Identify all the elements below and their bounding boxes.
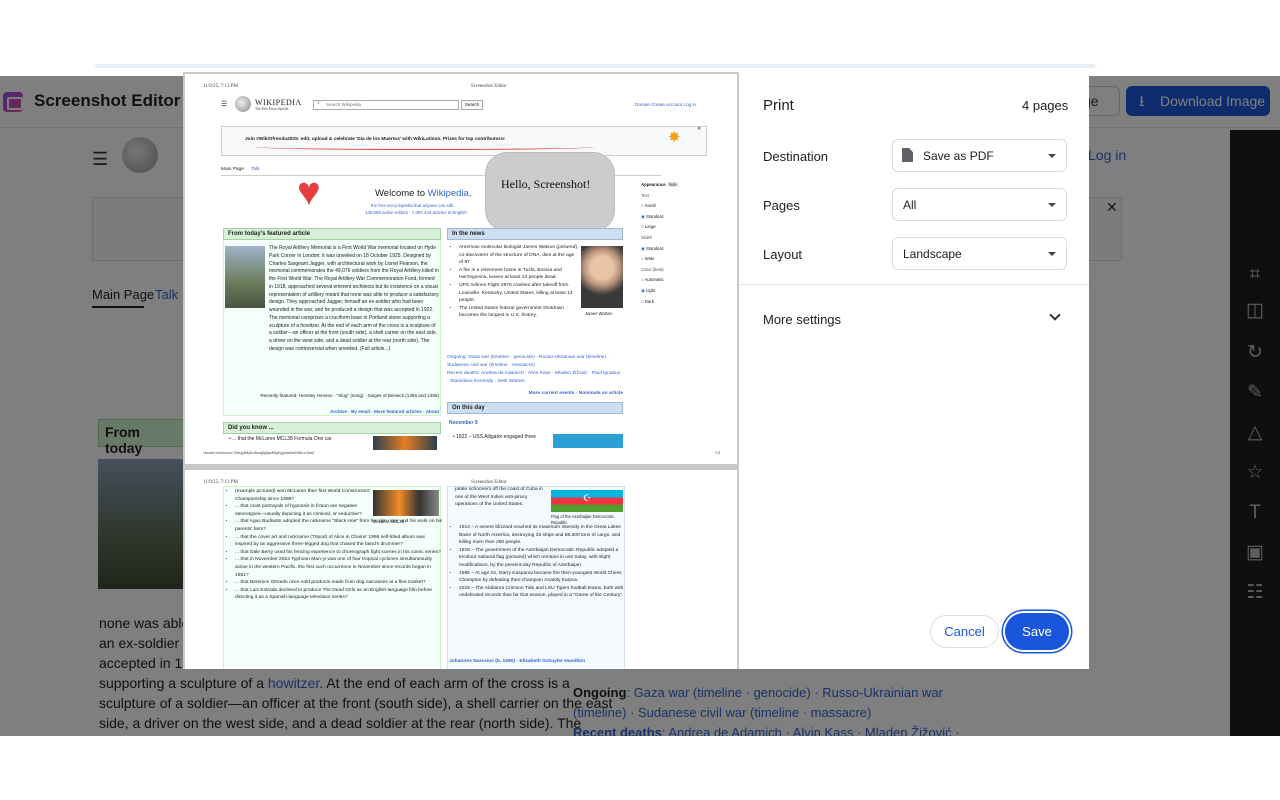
recent-deaths-line: Recent deaths: Andrea de Adamich · Alvin… <box>447 371 621 384</box>
search-button[interactable]: Search <box>461 100 483 110</box>
wikipedia-globe-icon <box>235 96 251 112</box>
welcome-sub-2: 140,669 active editors · 7,087,444 artic… <box>365 210 467 215</box>
chevron-down-icon[interactable] <box>1049 309 1061 321</box>
preview-page-1: 11/9/25, 7:13 PM Screenshot Editor ☰ WIK… <box>185 74 737 464</box>
news-item: American molecular biologist James Watso… <box>459 244 579 267</box>
page-footer-number: 1/4 <box>715 450 721 455</box>
text-standard-radio[interactable]: ◉ Standard <box>641 212 705 223</box>
wiki-name: WIKIPEDIA <box>255 98 302 107</box>
recently-featured: Recently featured: Hensley Henson · "Slu… <box>260 393 439 398</box>
settings-divider <box>739 284 1089 285</box>
red-underline-mark <box>255 144 595 150</box>
otd-list: 1913 – A severe blizzard reached its max… <box>453 524 625 600</box>
news-photo <box>581 246 623 308</box>
speech-bubble <box>485 152 615 232</box>
dyk-item: ... that Luis Estrada declined to produc… <box>235 587 443 602</box>
width-wide-radio[interactable]: ○ Wide <box>641 254 705 265</box>
layout-select[interactable]: Landscape <box>892 237 1067 270</box>
layout-label: Layout <box>763 247 803 262</box>
wiki-tagline: The Free Encyclopedia <box>255 107 289 111</box>
save-button[interactable]: Save <box>1005 613 1069 650</box>
page-count: 4 pages <box>1022 98 1069 113</box>
ongoing-line: Ongoing: Gaza war (timeline · genocide) … <box>447 355 609 368</box>
donate-link[interactable]: Donate <box>635 102 650 107</box>
dyk-item: ... that in November 2024 Typhoon Man-yi… <box>235 556 443 579</box>
destination-label: Destination <box>763 149 829 164</box>
page-date: 11/9/25, 7:13 PM <box>203 480 238 485</box>
wikipedia-link[interactable]: Wikipedia, <box>428 188 472 199</box>
color-light-radio[interactable]: ◉ Light <box>641 286 705 297</box>
banner-close-icon[interactable]: ✕ <box>697 126 701 132</box>
more-events-links[interactable]: More current events · Nominate an articl… <box>447 390 623 398</box>
dyk-item: ... that Agus Budianto adopted the nickn… <box>235 518 443 533</box>
dyk-item: ... that Berenice Olmedo once sold produ… <box>235 579 443 587</box>
color-dark-radio[interactable]: ○ Dark <box>641 297 705 308</box>
appearance-hide-button[interactable]: hide <box>666 182 679 187</box>
did-you-know-header: Did you know ... <box>223 422 441 434</box>
print-preview-pane: 11/9/25, 7:13 PM Screenshot Editor ☰ WIK… <box>183 72 739 669</box>
page-header-title: Screenshot Editor <box>471 84 507 89</box>
births-line: Johannes Narssius (b. 1580) · Elizabeth … <box>449 659 586 664</box>
in-the-news-header: In the news <box>447 228 623 240</box>
text-large-radio[interactable]: ○ Large <box>641 222 705 233</box>
page-header-title: Screenshot Editor <box>471 480 507 485</box>
preview-page-2: 11/9/25, 7:13 PM Screenshot Editor McLar… <box>185 470 737 669</box>
destination-select[interactable]: Save as PDF <box>892 139 1067 172</box>
dyk-item: ... that Dale Berry used his fencing exp… <box>235 549 443 557</box>
print-settings-panel: Print 4 pages Destination Save as PDF Pa… <box>739 72 1089 669</box>
hamburger-icon: ☰ <box>221 101 228 108</box>
news-photo-caption: James Watson <box>585 311 613 316</box>
loading-bar <box>95 64 1095 68</box>
login-link[interactable]: Log in <box>684 102 697 107</box>
tab-main-page[interactable]: Main Page <box>221 166 244 174</box>
appearance-panel: Appearance hide Text ○ Small ◉ Standard … <box>641 180 705 307</box>
speech-bubble-text: Hello, Screenshot! <box>501 177 591 191</box>
otd-date[interactable]: November 9 <box>449 420 478 428</box>
pdf-file-icon <box>902 148 913 162</box>
otd-item: 2019 – The Alabama Crimson Tide and LSU … <box>459 585 625 600</box>
otd-first-item: • 1822 – USS Alligator engaged three <box>453 434 536 440</box>
on-this-day-header: On this day <box>447 402 623 414</box>
banner-text: Join #WikiOfrenda2025: edit, upload & ce… <box>245 137 505 142</box>
sun-icon: ✸ <box>668 129 681 146</box>
memorial-photo <box>225 246 265 308</box>
welcome-heading: Welcome to Wikipedia, <box>375 188 472 199</box>
car-photo <box>373 436 437 450</box>
flag-crescent-icon: ☪ <box>583 493 592 503</box>
news-list: American molecular biologist James Watso… <box>453 244 579 320</box>
featured-article-header: From today's featured article <box>223 228 441 240</box>
dyk-first-item: • ... that the McLaren MCL38 Formula One… <box>229 436 332 442</box>
otd-item: 1918 – The government of the Azerbaijan … <box>459 547 625 570</box>
page-date: 11/9/25, 7:13 PM <box>203 84 238 89</box>
text-small-radio[interactable]: ○ Small <box>641 201 705 212</box>
create-account-link[interactable]: Create account <box>651 102 682 107</box>
otd-photo <box>553 434 623 448</box>
top-links: Donate Create account Log in <box>635 101 696 109</box>
featured-article-text: The Royal Artillery Memorial is a First … <box>269 245 439 352</box>
dyk-item: (example pictured) won McLaren their fir… <box>235 488 375 503</box>
dyk-item: ... that the cover art and nickname (Tri… <box>235 534 443 549</box>
tab-talk[interactable]: Talk <box>251 166 260 174</box>
search-icon: ⌕ <box>317 100 320 106</box>
dyk-item: ... that most portrayals of hypnosis in … <box>235 503 375 518</box>
news-item: A fire in a retirement home in Tuzla, Bo… <box>459 267 579 282</box>
search-input[interactable]: Search Wikipedia <box>313 100 459 110</box>
color-automatic-radio[interactable]: ○ Automatic <box>641 275 705 286</box>
pages-select[interactable]: All <box>892 188 1067 221</box>
news-item: UPS Airlines Flight 2976 crashes after t… <box>459 282 579 305</box>
pages-label: Pages <box>763 198 800 213</box>
otd-item: 1985 – At age 22, Garry Kasparov became … <box>459 570 625 585</box>
dyk-list: (example pictured) won McLaren their fir… <box>229 488 443 602</box>
print-title: Print <box>763 97 794 114</box>
archive-links[interactable]: Archive · By email · More featured artic… <box>225 408 439 416</box>
news-item: The United States federal government shu… <box>459 305 579 320</box>
cancel-button[interactable]: Cancel <box>930 615 999 648</box>
otd-item: 1913 – A severe blizzard reached its max… <box>459 524 625 547</box>
heart-sticker-icon: ♥ <box>297 170 321 214</box>
otd-intro: pirate schooners off the coast of Cuba i… <box>455 487 543 508</box>
page-footer-url: chrome-extension://bdcgdnkjhcdmngfpjkpdf… <box>203 450 314 455</box>
more-settings-toggle[interactable]: More settings <box>763 312 841 327</box>
width-standard-radio[interactable]: ◉ Standard <box>641 244 705 255</box>
